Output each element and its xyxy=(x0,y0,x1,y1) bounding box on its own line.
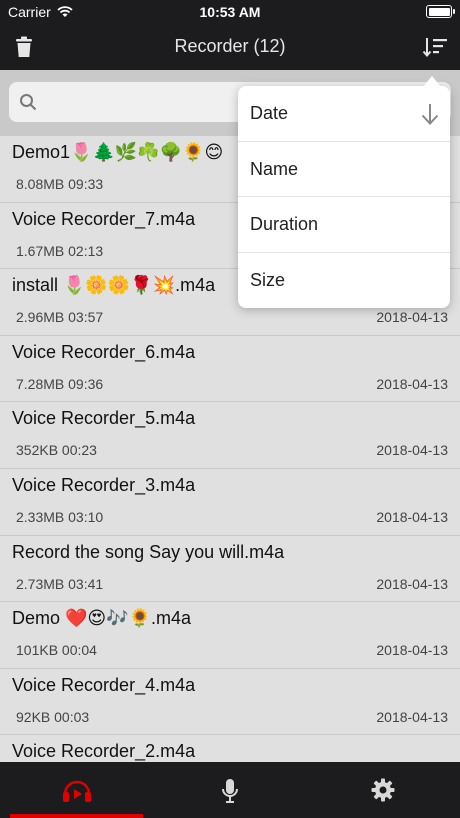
recording-name: Demo1🌷🌲🌿☘️🌳🌻😊 xyxy=(12,142,224,162)
recording-name: Voice Recorder_6.m4a xyxy=(12,341,196,362)
recording-name: Voice Recorder_7.m4a xyxy=(12,208,196,229)
recording-name: Demo ❤️😍🎶🌻.m4a xyxy=(12,608,192,629)
recording-meta: 2.73MB 03:41 xyxy=(16,575,104,592)
search-icon xyxy=(20,94,37,111)
tab-record[interactable] xyxy=(153,762,306,818)
recording-name: Voice Recorder_3.m4a xyxy=(12,474,196,495)
list-item[interactable]: Demo ❤️😍🎶🌻.m4a 101KB 00:04 2018-04-13 xyxy=(0,602,460,669)
gear-icon xyxy=(371,778,394,802)
list-item[interactable]: Record the song Say you will.m4a 2.73MB … xyxy=(0,536,460,603)
list-item[interactable]: Voice Recorder_5.m4a 352KB 00:23 2018-04… xyxy=(0,402,460,469)
recording-date: 2018-04-13 xyxy=(376,508,448,525)
recording-name: Voice Recorder_2.m4a xyxy=(12,741,196,762)
tab-settings[interactable] xyxy=(306,762,459,818)
sort-option-label: Date xyxy=(250,103,289,123)
sort-option-label: Duration xyxy=(250,214,319,234)
list-item[interactable]: Voice Recorder_6.m4a 7.28MB 09:36 2018-0… xyxy=(0,336,460,403)
recording-meta: 2.33MB 03:10 xyxy=(16,508,104,525)
recording-meta: 2.96MB 03:57 xyxy=(16,309,104,326)
sort-menu: Date Name Duration Size xyxy=(238,76,450,309)
status-bar: Carrier 10:53 AM xyxy=(0,0,460,24)
page-title: Recorder (12) xyxy=(174,36,286,56)
recording-meta: 7.28MB 09:36 xyxy=(16,375,104,392)
sort-option-label: Name xyxy=(250,158,299,179)
list-item[interactable]: Voice Recorder_2.m4a xyxy=(0,735,460,762)
sort-option-label: Size xyxy=(250,269,286,290)
recording-meta: 101KB 00:04 xyxy=(16,642,97,659)
recording-meta: 1.67MB 02:13 xyxy=(16,242,104,259)
recording-meta: 8.08MB 09:33 xyxy=(16,176,104,192)
tab-recordings[interactable] xyxy=(0,762,153,818)
recording-date: 2018-04-13 xyxy=(376,375,448,392)
battery-icon xyxy=(426,5,455,18)
list-item[interactable]: Voice Recorder_4.m4a 92KB 00:03 2018-04-… xyxy=(0,669,460,736)
sort-option-date[interactable]: Date xyxy=(238,86,450,142)
recording-date: 2018-04-13 xyxy=(376,708,448,725)
recording-meta: 352KB 00:23 xyxy=(16,442,97,459)
recording-date: 2018-04-13 xyxy=(376,642,448,659)
status-time: 10:53 AM xyxy=(199,4,261,20)
recording-name: install 🌷🌼🌼🌹💥.m4a xyxy=(12,275,216,296)
list-item[interactable]: Voice Recorder_3.m4a 2.33MB 03:10 2018-0… xyxy=(0,469,460,536)
arrow-down-icon xyxy=(421,104,439,125)
recording-meta: 92KB 00:03 xyxy=(16,708,90,725)
microphone-icon xyxy=(221,779,238,803)
nav-bar: Recorder (12) xyxy=(0,24,460,70)
recording-date: 2018-04-13 xyxy=(376,442,448,459)
sort-icon[interactable] xyxy=(422,36,448,58)
recording-name: Voice Recorder_4.m4a xyxy=(12,674,196,695)
sort-option-name[interactable]: Name xyxy=(238,142,450,197)
tab-bar xyxy=(0,762,460,818)
play-headphones-icon xyxy=(62,780,91,802)
recording-date: 2018-04-13 xyxy=(376,575,448,592)
recording-name: Voice Recorder_5.m4a xyxy=(12,408,196,429)
recording-date: 2018-04-13 xyxy=(376,309,448,326)
sort-option-size[interactable]: Size xyxy=(238,253,450,309)
recording-name: Record the song Say you will.m4a xyxy=(12,541,285,562)
sort-option-duration[interactable]: Duration xyxy=(238,197,450,253)
